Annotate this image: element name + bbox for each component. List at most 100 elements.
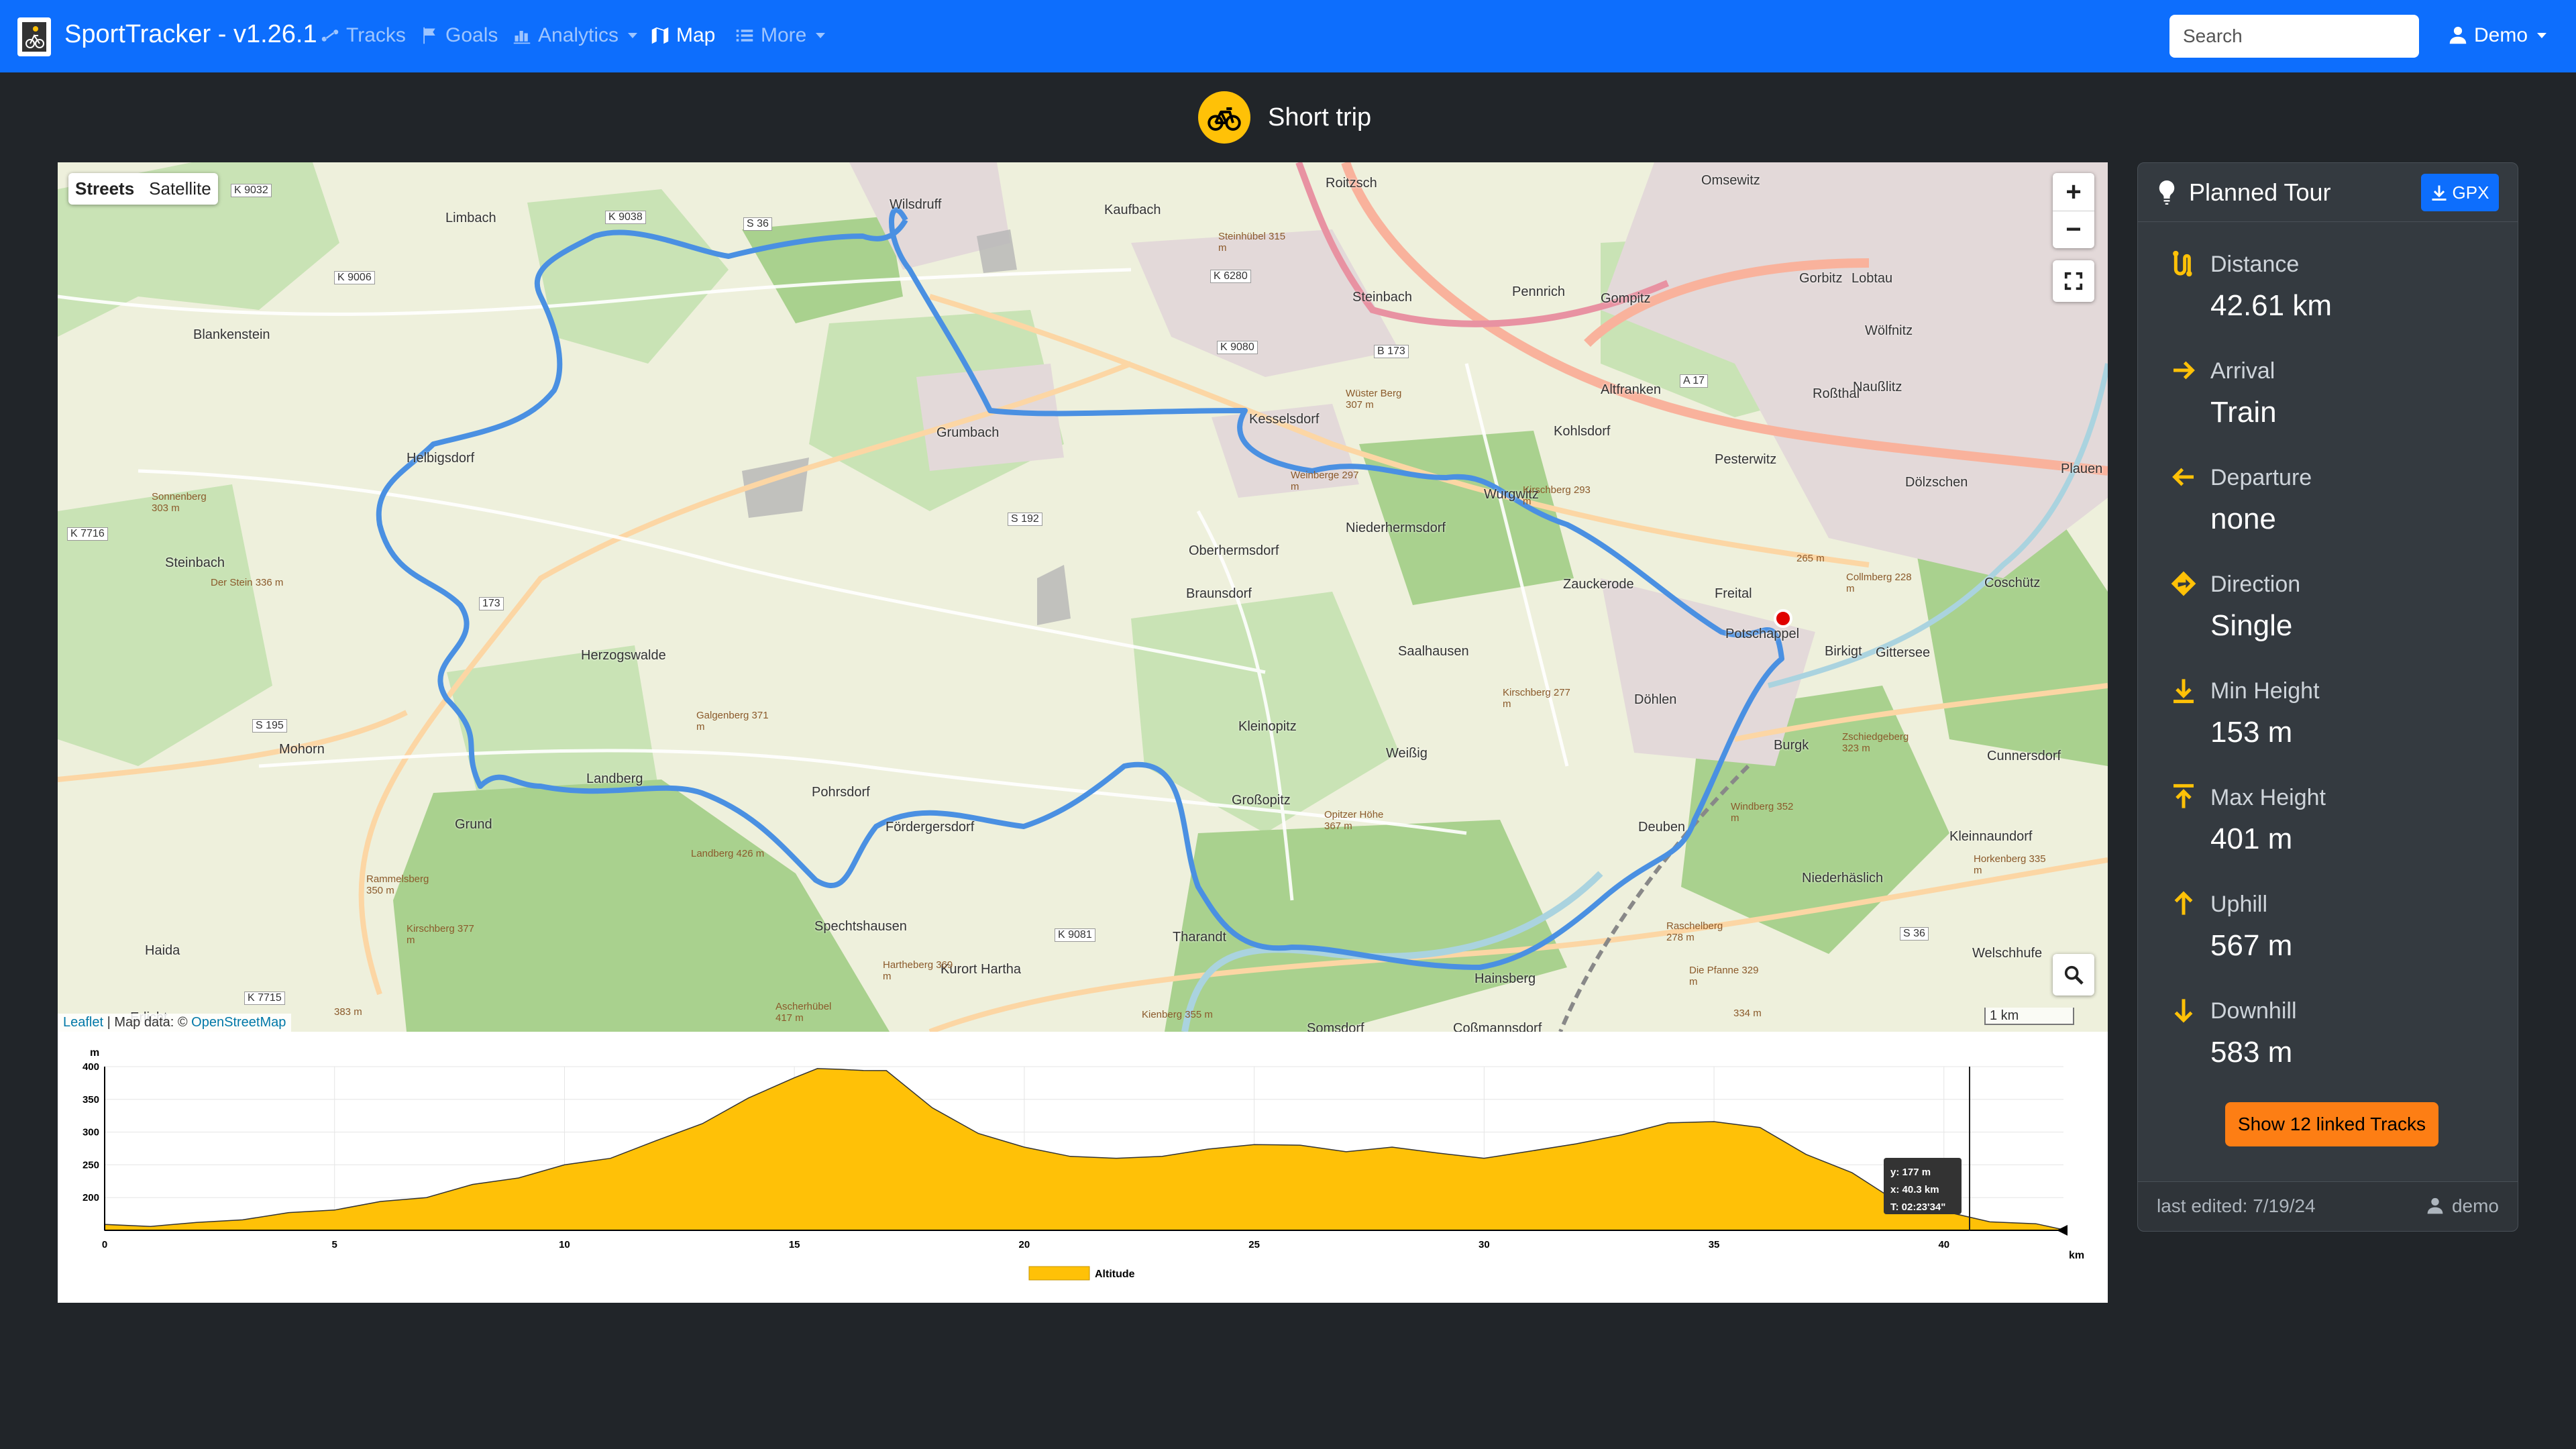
roads-label: K 9081 bbox=[1055, 928, 1095, 942]
attribution-text: | Map data: © bbox=[103, 1015, 192, 1030]
nav-map[interactable]: Map bbox=[651, 24, 715, 47]
heights-label: Hartheberg 369 m bbox=[883, 959, 953, 982]
zoom-out-button[interactable]: − bbox=[2053, 211, 2094, 248]
gpx-download-button[interactable]: GPX bbox=[2421, 174, 2499, 211]
download-icon bbox=[2432, 185, 2447, 201]
nav-goals[interactable]: Goals bbox=[420, 24, 498, 47]
search-input[interactable] bbox=[2169, 15, 2419, 58]
fullscreen-icon bbox=[2064, 272, 2083, 290]
x-tick-label: 20 bbox=[1019, 1239, 1030, 1250]
places-label: Steinbach bbox=[1352, 290, 1412, 305]
roads-label: S 192 bbox=[1008, 513, 1042, 526]
stat-label: Distance bbox=[2210, 252, 2300, 277]
places-label: Niederhermsdorf bbox=[1346, 521, 1446, 535]
places-label: Döhlen bbox=[1634, 692, 1677, 707]
roads-label: 173 bbox=[479, 597, 504, 610]
places-label: Kohlsdorf bbox=[1554, 424, 1611, 439]
nav-analytics-label: Analytics bbox=[538, 24, 619, 46]
stat-value: 401 m bbox=[2210, 822, 2293, 855]
y-tick-label: 200 bbox=[83, 1192, 99, 1203]
elevation-profile[interactable]: 200 250 300 350 400 0 5 10 15 20 25 30 35 40 m km Alt… bbox=[58, 1032, 2108, 1303]
zoom-in-button[interactable]: + bbox=[2053, 173, 2094, 211]
heights-label: Steinhübel 315 m bbox=[1218, 231, 1286, 254]
y-unit-label: m bbox=[90, 1047, 99, 1059]
map-scale: 1 km bbox=[1984, 1008, 2074, 1025]
nav-analytics[interactable]: Analytics bbox=[513, 24, 638, 47]
x-tick-label: 10 bbox=[559, 1239, 570, 1250]
stat-label: Downhill bbox=[2210, 998, 2297, 1024]
stat-label: Uphill bbox=[2210, 892, 2268, 917]
top-navbar: SportTracker - v1.26.1 Tracks Goals Anal… bbox=[0, 0, 2576, 72]
heights-label: Zschiedgeberg 323 m bbox=[1842, 731, 1909, 754]
places-label: Hainsberg bbox=[1474, 971, 1536, 986]
fullscreen-button[interactable] bbox=[2053, 260, 2094, 302]
x-tick-label: 15 bbox=[789, 1239, 800, 1250]
places-label: Spechtshausen bbox=[814, 919, 907, 934]
places-label: Landberg bbox=[586, 771, 643, 786]
x-tick-label: 40 bbox=[1938, 1239, 1949, 1250]
roads-label: B 173 bbox=[1374, 345, 1409, 358]
places-label: Großopitz bbox=[1232, 793, 1291, 808]
places-label: Herzogswalde bbox=[581, 648, 666, 663]
places-label: Niederhäslich bbox=[1802, 871, 1884, 885]
heights-label: Wüster Berg 307 m bbox=[1346, 388, 1402, 411]
osm-link[interactable]: OpenStreetMap bbox=[191, 1015, 286, 1030]
leaflet-link[interactable]: Leaflet bbox=[63, 1015, 103, 1030]
stat-label: Max Height bbox=[2210, 785, 2326, 810]
roads-label: S 195 bbox=[252, 719, 287, 733]
places-label: Naußlitz bbox=[1853, 380, 1902, 394]
nav-tracks[interactable]: Tracks bbox=[321, 24, 406, 47]
map-icon bbox=[651, 27, 669, 44]
places-label: Dölzschen bbox=[1905, 475, 1968, 490]
lightbulb-icon bbox=[2159, 180, 2175, 205]
page-header: Short trip bbox=[1198, 91, 1371, 144]
user-menu[interactable]: Demo bbox=[2449, 24, 2547, 47]
places-label: Helbigsdorf bbox=[407, 451, 475, 466]
app-logo-icon[interactable] bbox=[17, 17, 51, 56]
places-label: Mohorn bbox=[279, 742, 325, 757]
chart-legend: Altitude bbox=[1028, 1266, 1135, 1281]
bicycle-icon bbox=[1198, 91, 1250, 144]
map-tiles bbox=[58, 162, 2108, 1032]
last-edited: last edited: 7/19/24 bbox=[2157, 1195, 2316, 1216]
heights-label: 334 m bbox=[1733, 1008, 1762, 1019]
places-label: Deuben bbox=[1638, 820, 1686, 835]
layer-streets-button[interactable]: Streets bbox=[75, 178, 134, 199]
roads-label: K 9080 bbox=[1217, 341, 1258, 354]
places-label: Cunnersdorf bbox=[1987, 749, 2061, 763]
x-tick-label: 30 bbox=[1479, 1239, 1490, 1250]
places-label: Gorbitz bbox=[1799, 271, 1843, 286]
heights-label: 383 m bbox=[334, 1006, 362, 1018]
chevron-down-icon bbox=[2537, 33, 2547, 38]
x-tick-label: 5 bbox=[332, 1239, 337, 1250]
x-tick-label: 25 bbox=[1248, 1239, 1260, 1250]
heights-label: Rammelsberg 350 m bbox=[366, 873, 429, 896]
places-label: Welschhufe bbox=[1972, 946, 2043, 961]
route-map[interactable]: Wilsdruff Kaufbach Roitzsch Omsewitz Limbach… bbox=[58, 162, 2108, 1032]
heights-label: Raschelberg 278 m bbox=[1666, 920, 1723, 943]
app-brand[interactable]: SportTracker - v1.26.1 bbox=[64, 20, 317, 49]
places-label: Pohrsdorf bbox=[812, 785, 870, 800]
nav-more-label: More bbox=[761, 24, 807, 46]
places-label: Kesselsdorf bbox=[1249, 412, 1320, 427]
show-linked-tracks-button[interactable]: Show 12 linked Tracks bbox=[2225, 1102, 2438, 1146]
places-label: Tharandt bbox=[1173, 930, 1227, 945]
person-icon bbox=[2449, 26, 2467, 44]
places-label: Burgk bbox=[1774, 738, 1809, 753]
nav-more[interactable]: More bbox=[735, 24, 826, 47]
places-label: Gittersee bbox=[1876, 645, 1931, 660]
route-end-marker bbox=[2057, 1225, 2068, 1236]
user-name: Demo bbox=[2474, 24, 2528, 46]
arrow-down-to-line-icon bbox=[2174, 679, 2194, 704]
heights-label: Galgenberg 371 m bbox=[696, 710, 769, 733]
stat-value: Train bbox=[2210, 396, 2277, 429]
layer-satellite-button[interactable]: Satellite bbox=[149, 178, 211, 199]
places-label: Braunsdorf bbox=[1186, 586, 1252, 601]
roads-label: S 36 bbox=[1900, 927, 1929, 941]
panel-title: Planned Tour bbox=[2189, 178, 2331, 206]
y-tick-label: 250 bbox=[83, 1159, 99, 1171]
places-label: Saalhausen bbox=[1398, 644, 1469, 659]
map-search-button[interactable] bbox=[2053, 954, 2094, 996]
nav-map-label: Map bbox=[676, 24, 716, 46]
stat-value: 153 m bbox=[2210, 716, 2293, 749]
